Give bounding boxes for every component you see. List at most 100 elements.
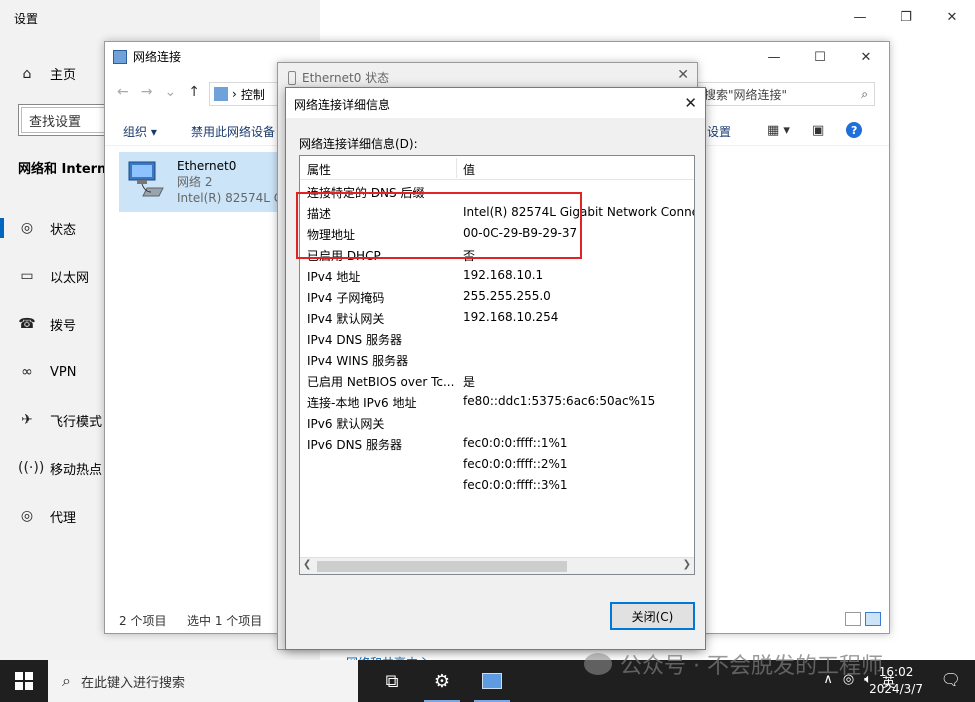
dialup-icon: ☎ [18,316,36,332]
taskbar-search-box[interactable]: ⌕ 在此键入进行搜索 [48,660,358,702]
maximize-button[interactable]: ☐ [797,42,843,72]
close-button[interactable]: 关闭(C) [610,602,695,630]
scroll-left-icon[interactable]: ❮ [303,559,311,570]
horizontal-scrollbar[interactable]: ❮ ❯ [300,557,694,574]
property-cell: 连接特定的 DNS 后缀 [307,186,425,200]
table-row[interactable]: 已启用 DHCP 否 [300,244,694,265]
ethernet-plug-icon [288,70,296,85]
windows-logo-icon [15,672,33,690]
close-button[interactable]: ✕ [843,42,889,72]
column-header-property[interactable]: 属性 [307,161,331,178]
value-cell: fe80::ddc1:5375:6ac6:50ac%15 [463,394,656,408]
up-arrow-icon[interactable]: ↑ [188,84,200,100]
table-row[interactable]: IPv4 子网掩码 255.255.255.0 [300,286,694,307]
value-cell: 192.168.10.1 [463,268,544,282]
search-icon: ⌕ [62,671,71,690]
disable-device-button[interactable]: 禁用此网络设备 [191,123,275,140]
back-arrow-icon[interactable]: ← [117,84,129,100]
details-listview[interactable]: 属性 值 连接特定的 DNS 后缀描述 Intel(R) 82574L Gigab… [299,155,695,575]
nav-label: 飞行模式 [50,414,103,430]
property-cell: IPv4 地址 [307,270,361,284]
control-panel-app-button[interactable] [468,660,516,702]
column-separator[interactable] [456,158,457,178]
view-options-icon[interactable]: ▦ ▾ [767,123,790,138]
table-row[interactable]: IPv4 默认网关 192.168.10.254 [300,307,694,328]
gear-icon: ⚙ [433,670,451,692]
home-label: 主页 [50,68,77,83]
property-cell: IPv4 DNS 服务器 [307,333,402,347]
connection-details-dialog: 网络连接详细信息 ✕ 网络连接详细信息(D): 属性 值 连接特定的 DNS 后… [285,87,706,650]
table-row[interactable]: IPv6 DNS 服务器 fec0:0:0:ffff::1%1 [300,433,694,454]
table-row[interactable]: IPv4 DNS 服务器 [300,328,694,349]
search-icon: ⌕ [861,86,868,101]
statwin-titlebar: Ethernet0 状态 [288,69,389,86]
table-row[interactable]: IPv4 WINS 服务器 [300,349,694,370]
settings-button[interactable]: 设置 [707,123,731,140]
property-cell: IPv4 子网掩码 [307,291,385,305]
help-icon[interactable]: ? [846,122,863,138]
nav-label: 状态 [50,222,77,238]
details-titlebar: 网络连接详细信息 ✕ [286,88,705,118]
table-row[interactable]: fec0:0:0:ffff::2%1 [300,454,694,475]
value-cell: 255.255.255.0 [463,289,551,303]
nav-label: 移动热点 [50,462,103,478]
table-row[interactable]: fec0:0:0:ffff::3%1 [300,475,694,496]
organize-button[interactable]: 组织 ▾ [123,123,157,140]
netwin-search-placeholder: 搜索"网络连接" [704,87,788,102]
netwin-title: 网络连接 [133,50,182,64]
airplane-icon: ✈ [21,412,33,428]
nav-buttons: ← → ⌄ ↑ [117,84,200,100]
scrollbar-thumb[interactable] [317,561,567,572]
details-view-icon[interactable] [845,612,861,626]
table-row[interactable]: 连接-本地 IPv6 地址 fe80::ddc1:5375:6ac6:50ac%1… [300,391,694,412]
close-icon[interactable]: ✕ [684,94,697,112]
control-panel-icon [482,673,502,689]
table-row[interactable]: IPv4 地址 192.168.10.1 [300,265,694,286]
table-row[interactable]: 已启用 NetBIOS over Tc... 是 [300,370,694,391]
minimize-button[interactable]: — [837,0,883,34]
settings-search-placeholder: 查找设置 [29,115,82,130]
property-cell: IPv4 默认网关 [307,312,385,326]
listview-rows: 连接特定的 DNS 后缀描述 Intel(R) 82574L Gigabit Ne… [300,181,694,496]
tiles-view-icon[interactable] [865,612,881,626]
watermark-text: 公众号 · 不会脱发的工程师 [620,654,883,679]
netwin-caption-buttons: — ☐ ✕ [751,42,889,72]
minimize-button[interactable]: — [751,42,797,72]
property-cell: IPv4 WINS 服务器 [307,354,409,368]
scroll-right-icon[interactable]: ❯ [683,559,691,570]
nav-label: VPN [50,364,77,380]
close-icon[interactable]: ✕ [677,67,689,83]
listview-header: 属性 值 [300,156,694,180]
hotspot-icon: ((·)) [18,460,45,476]
netwin-search-input[interactable]: 搜索"网络连接" ⌕ [697,82,875,106]
home-link[interactable]: ⌂ 主页 [18,64,77,84]
nav-label: 以太网 [50,270,90,286]
breadcrumb: 控制 [240,87,265,102]
value-cell: 192.168.10.254 [463,310,559,324]
task-view-button[interactable]: ⧉ [368,660,416,702]
ethernet-connection-item[interactable]: Ethernet0 网络 2 Intel(R) 82574L Gi [119,152,291,212]
ethernet-network: 网络 2 [177,175,213,189]
selected-count: 选中 1 个项目 [187,613,263,628]
forward-arrow-icon[interactable]: → [141,84,153,100]
maximize-button[interactable]: ❐ [883,0,929,34]
column-header-value[interactable]: 值 [463,161,475,178]
start-button[interactable] [0,660,48,702]
ethernet-icon: ▭ [20,268,34,284]
property-cell: 已启用 NetBIOS over Tc... [307,375,455,389]
network-adapter-icon [125,158,167,200]
property-cell: 连接-本地 IPv6 地址 [307,396,417,410]
close-button[interactable]: ✕ [929,0,975,34]
table-row[interactable]: 物理地址 00-0C-29-B9-29-37 [300,223,694,244]
dropdown-chevron-icon[interactable]: ⌄ [164,84,176,100]
notification-icon[interactable]: 🗨︎ [941,670,961,689]
property-cell: IPv6 DNS 服务器 [307,438,402,452]
table-row[interactable]: 连接特定的 DNS 后缀 [300,181,694,202]
property-cell: 已启用 DHCP [307,249,381,263]
preview-pane-icon[interactable]: ▣ [812,123,824,138]
table-row[interactable]: IPv6 默认网关 [300,412,694,433]
table-row[interactable]: 描述 Intel(R) 82574L Gigabit Network Connec… [300,202,694,223]
wechat-logo-icon [584,653,612,675]
clock-date: 2024/3/7 [869,682,923,696]
settings-app-button[interactable]: ⚙ [418,660,466,702]
